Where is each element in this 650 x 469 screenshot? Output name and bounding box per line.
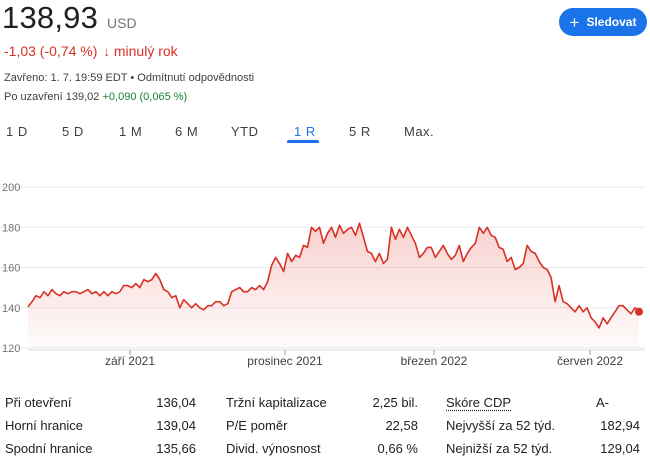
y-tick-label: 180: [2, 222, 20, 234]
stat-label-low: Spodní hranice: [5, 441, 93, 456]
stat-value-cdp: A-: [596, 395, 609, 410]
stat-label-dividend: Divid. výnosnost: [226, 441, 321, 456]
range-tabs: 1 D 5 D 1 M 6 M YTD 1 R 5 R Max.: [0, 124, 460, 146]
stat-value-open: 136,04: [156, 395, 196, 410]
stat-value-52w-low: 129,04: [600, 441, 640, 456]
stat-value-low: 135,66: [156, 441, 196, 456]
x-tick-label: září 2021: [105, 354, 155, 368]
closed-text: Zavřeno: 1. 7. 19:59 EDT: [4, 72, 128, 84]
chart-x-axis: září 2021 prosinec 2021 březen 2022 červen …: [28, 349, 645, 368]
stat-value-high: 139,04: [156, 418, 196, 433]
stat-label-cdp[interactable]: Skóre CDP: [446, 395, 511, 410]
price-change: -1,03 (-0,74 %) ↓ minulý rok: [4, 43, 178, 59]
chart-area: [27, 222, 643, 348]
change-period: minulý rok: [113, 43, 178, 59]
y-tick-label: 140: [2, 303, 20, 315]
follow-button-label: Sledovat: [586, 15, 637, 29]
x-tick-label: březen 2022: [401, 354, 468, 368]
tab-1d[interactable]: 1 D: [6, 124, 28, 139]
price-chart[interactable]: 120 140 160 180 200 září 2021 prosinec 2021 bř…: [0, 170, 650, 375]
price-area-fill: [28, 223, 639, 348]
x-tick-label: červen 2022: [557, 354, 623, 368]
stat-value-market-cap: 2,25 bil.: [372, 395, 418, 410]
stat-label-open: Při otevření: [5, 395, 72, 410]
tab-6m[interactable]: 6 M: [175, 124, 198, 139]
bullet-separator: •: [127, 72, 138, 84]
stat-value-52w-high: 182,94: [600, 418, 640, 433]
follow-button[interactable]: + Sledovat: [559, 8, 647, 36]
last-price-dot: [635, 307, 643, 316]
market-status: Zavřeno: 1. 7. 19:59 EDT • Odmítnutí odp…: [4, 72, 254, 84]
after-hours-label: Po uzavření: [4, 91, 63, 103]
tab-1m[interactable]: 1 M: [119, 124, 142, 139]
stat-label-52w-high: Nejvyšší za 52 týd.: [446, 418, 556, 433]
y-tick-label: 160: [2, 263, 20, 275]
after-hours-price: 139,02: [65, 91, 100, 103]
after-hours-change: +0,090 (0,065 %): [102, 91, 188, 103]
y-tick-label: 120: [2, 343, 20, 355]
stat-value-pe: 22,58: [385, 418, 418, 433]
tab-5r[interactable]: 5 R: [349, 124, 371, 139]
change-value: -1,03 (-0,74 %): [4, 43, 98, 59]
current-price: 138,93: [2, 0, 99, 35]
x-tick-label: prosinec 2021: [247, 354, 323, 368]
disclaimer-link[interactable]: Odmítnutí odpovědnosti: [137, 72, 254, 84]
tab-1r[interactable]: 1 R: [294, 124, 316, 139]
arrow-down-icon: ↓: [103, 43, 110, 59]
quote-header: 138,93 USD: [2, 0, 137, 36]
stat-label-pe: P/E poměr: [226, 418, 288, 433]
after-hours: Po uzavření 139,02 +0,090 (0,065 %): [4, 91, 187, 103]
currency-label: USD: [107, 15, 137, 31]
plus-icon: +: [569, 12, 580, 32]
active-tab-indicator: [287, 140, 319, 143]
stat-label-market-cap: Tržní kapitalizace: [226, 395, 327, 410]
stat-label-52w-low: Nejnižší za 52 týd.: [446, 441, 553, 456]
stat-value-dividend: 0,66 %: [377, 441, 418, 456]
tab-max[interactable]: Max.: [404, 124, 434, 139]
stat-label-high: Horní hranice: [5, 418, 84, 433]
tab-ytd[interactable]: YTD: [231, 124, 259, 139]
tab-5d[interactable]: 5 D: [62, 124, 84, 139]
y-tick-label: 200: [2, 182, 20, 194]
